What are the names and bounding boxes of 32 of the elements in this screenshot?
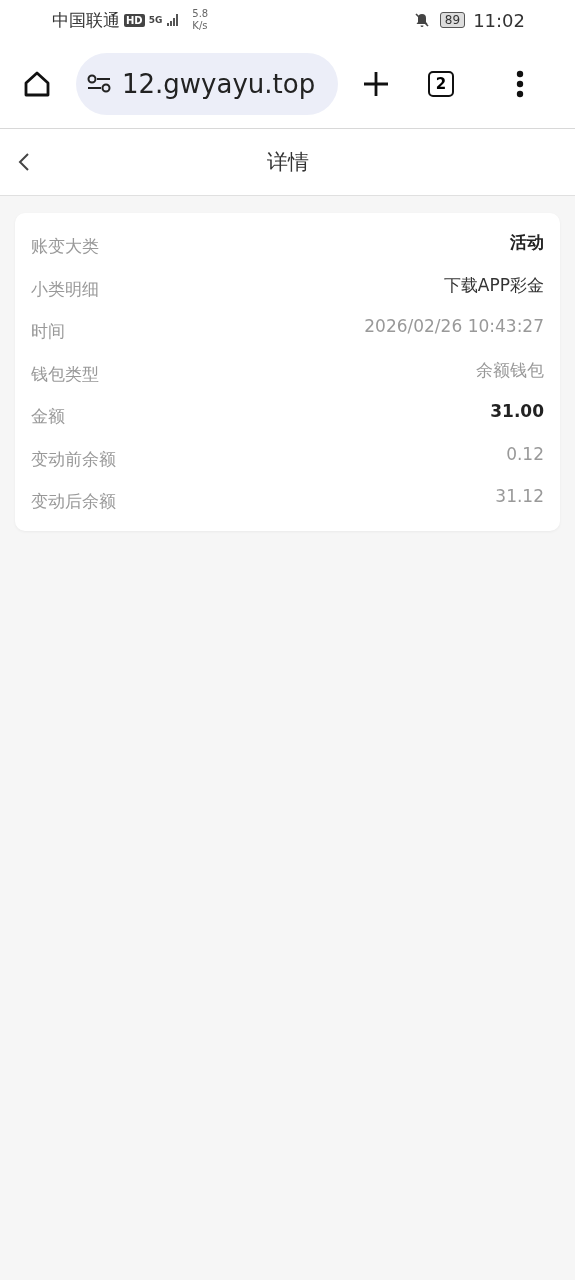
- detail-value: 活动: [510, 231, 544, 254]
- detail-value: 31.00: [490, 401, 544, 421]
- bell-off-icon: [413, 12, 430, 28]
- detail-label: 变动后余额: [31, 490, 116, 513]
- detail-value: 余额钱包: [476, 358, 544, 382]
- url-text: 12.gwyayu.top: [122, 69, 316, 99]
- detail-value: 2026/02/26 10:43:27: [364, 316, 544, 336]
- battery: 89: [439, 12, 466, 28]
- speed-value: 5.8: [192, 8, 209, 20]
- time: 11:02: [473, 9, 525, 31]
- plus-icon[interactable]: [362, 70, 390, 98]
- detail-value: 0.12: [506, 443, 544, 464]
- carrier: 中国联通: [52, 8, 120, 32]
- address-bar[interactable]: 12.gwyayu.top: [76, 53, 338, 115]
- page-title: 详情: [266, 149, 309, 176]
- home-icon[interactable]: [22, 69, 52, 99]
- detail-label: 钱包类型: [31, 362, 99, 386]
- detail-label: 变动前余额: [31, 447, 116, 471]
- signal-icon: [166, 13, 181, 27]
- more-icon[interactable]: [516, 70, 524, 98]
- detail-label: 小类明细: [31, 277, 99, 301]
- detail-value: 31.12: [495, 486, 544, 506]
- detail-label: 时间: [31, 320, 65, 343]
- site-settings-icon[interactable]: [86, 73, 112, 95]
- speed-unit: K/s: [192, 20, 209, 32]
- tab-count-button[interactable]: 2: [428, 71, 454, 97]
- network-type: 5G: [148, 15, 163, 25]
- detail-label: 金额: [31, 405, 65, 428]
- hd-badge: HD: [124, 13, 145, 27]
- back-icon[interactable]: [18, 152, 30, 172]
- detail-label: 账变大类: [31, 235, 99, 258]
- detail-value: 下载APP彩金: [443, 273, 544, 297]
